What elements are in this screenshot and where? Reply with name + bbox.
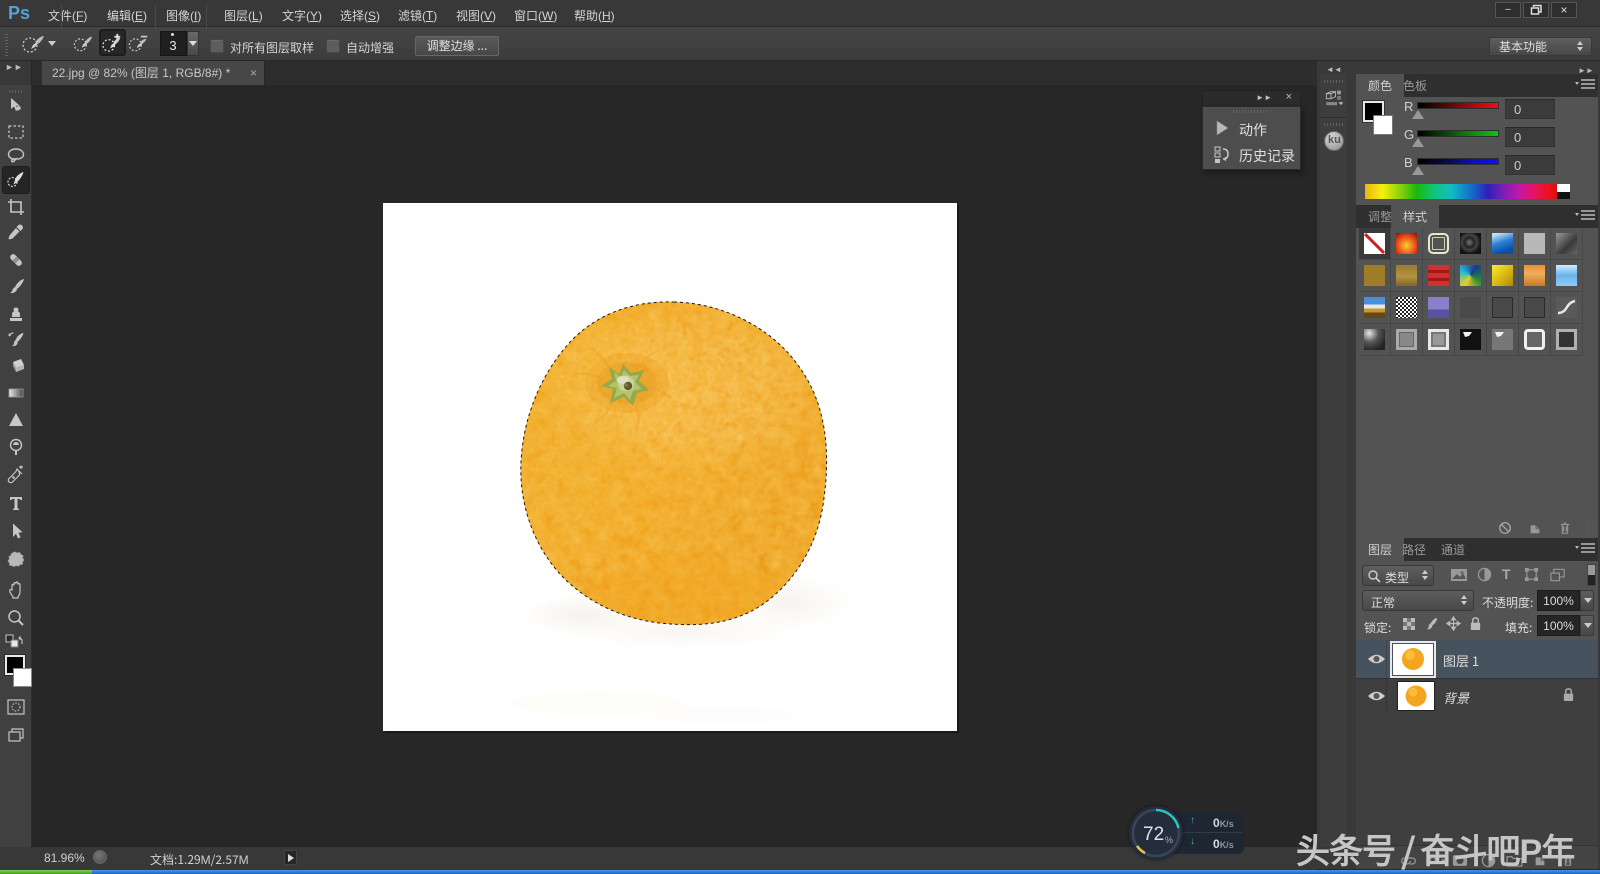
svg-text:72: 72 xyxy=(1143,824,1164,845)
svg-text:%: % xyxy=(1165,835,1173,845)
